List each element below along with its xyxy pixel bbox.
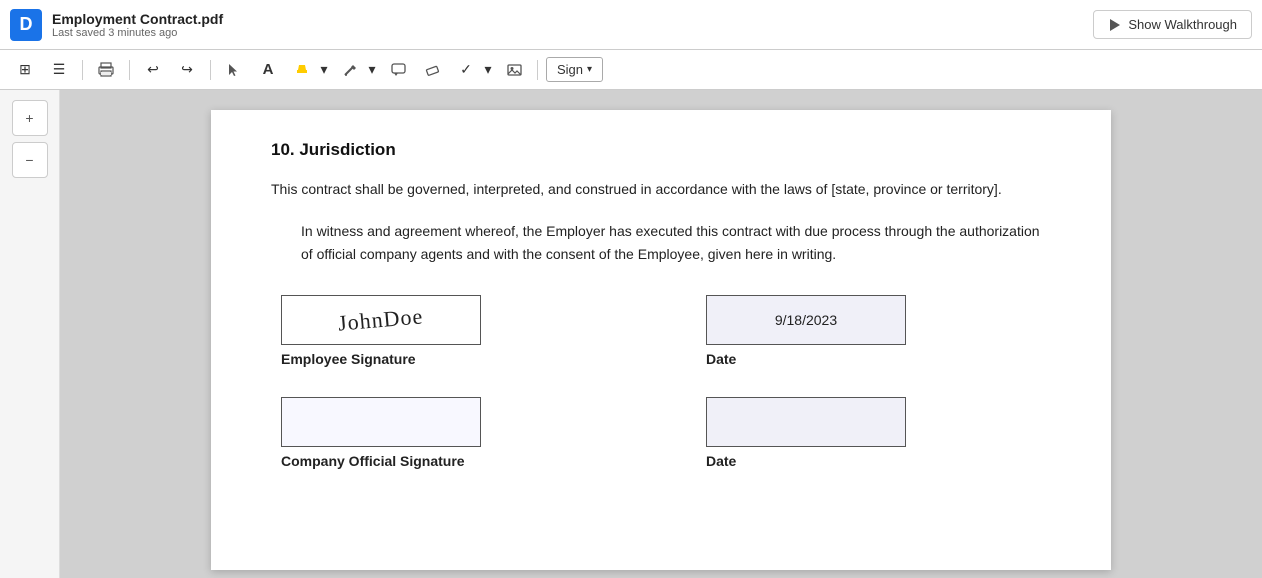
printer-icon <box>98 62 114 78</box>
eraser-button[interactable] <box>417 56 447 84</box>
eraser-icon <box>425 63 440 77</box>
company-sig-label: Company Official Signature <box>281 453 626 469</box>
toolbar: ⊞ ☰ ↩ ↪ A ▾ <box>0 50 1262 90</box>
zoom-out-button[interactable]: − <box>12 142 48 178</box>
app-logo: D <box>10 9 42 41</box>
doc-saved: Last saved 3 minutes ago <box>52 27 1093 39</box>
draw-group: ▾ <box>335 56 379 84</box>
divider2 <box>129 60 130 80</box>
redo-button[interactable]: ↪ <box>172 56 202 84</box>
employee-sig-group: JohnDoe Employee Signature <box>281 295 626 367</box>
document-area: 10. Jurisdiction This contract shall be … <box>60 90 1262 578</box>
section-heading: 10. Jurisdiction <box>271 140 1051 160</box>
employee-date-box[interactable]: 9/18/2023 <box>706 295 906 345</box>
list-button[interactable]: ☰ <box>44 56 74 84</box>
print-button[interactable] <box>91 56 121 84</box>
signature-grid: JohnDoe Employee Signature 9/18/2023 Dat… <box>281 295 1051 469</box>
highlight-dropdown[interactable]: ▾ <box>317 56 331 84</box>
divider1 <box>82 60 83 80</box>
main-area: + − 10. Jurisdiction This contract shall… <box>0 90 1262 578</box>
top-bar: D Employment Contract.pdf Last saved 3 m… <box>0 0 1262 50</box>
date-label2: Date <box>706 453 1051 469</box>
employee-sig-box[interactable]: JohnDoe <box>281 295 481 345</box>
employee-date-group: 9/18/2023 Date <box>706 295 1051 367</box>
divider4 <box>537 60 538 80</box>
undo-button[interactable]: ↩ <box>138 56 168 84</box>
company-date-group: Date <box>706 397 1051 469</box>
cursor-button[interactable] <box>219 56 249 84</box>
text-button[interactable]: A <box>253 56 283 84</box>
employee-sig-image: JohnDoe <box>337 304 424 337</box>
comment-button[interactable] <box>383 56 413 84</box>
doc-info: Employment Contract.pdf Last saved 3 min… <box>52 11 1093 39</box>
image-icon <box>507 63 522 77</box>
highlight-group: ▾ <box>287 56 331 84</box>
paragraph1: This contract shall be governed, interpr… <box>271 178 1051 200</box>
check-button[interactable]: ✓ <box>451 56 481 84</box>
doc-title: Employment Contract.pdf <box>52 11 1093 27</box>
date-value: 9/18/2023 <box>775 312 837 328</box>
zoom-in-button[interactable]: + <box>12 100 48 136</box>
highlight-button[interactable] <box>287 56 317 84</box>
check-group: ✓ ▾ <box>451 56 495 84</box>
cursor-icon <box>227 63 241 77</box>
company-sig-box[interactable] <box>281 397 481 447</box>
check-dropdown[interactable]: ▾ <box>481 56 495 84</box>
walkthrough-button[interactable]: Show Walkthrough <box>1093 10 1252 39</box>
divider3 <box>210 60 211 80</box>
comment-icon <box>391 63 406 77</box>
company-date-box[interactable] <box>706 397 906 447</box>
play-icon <box>1108 18 1122 32</box>
left-sidebar: + − <box>0 90 60 578</box>
draw-dropdown[interactable]: ▾ <box>365 56 379 84</box>
date-label1: Date <box>706 351 1051 367</box>
draw-icon <box>343 63 357 77</box>
company-sig-group: Company Official Signature <box>281 397 626 469</box>
image-button[interactable] <box>499 56 529 84</box>
sign-button[interactable]: Sign ▾ <box>546 57 603 82</box>
paragraph2: In witness and agreement whereof, the Em… <box>301 220 1051 265</box>
highlight-icon <box>295 63 309 77</box>
employee-sig-label: Employee Signature <box>281 351 626 367</box>
doc-page: 10. Jurisdiction This contract shall be … <box>211 110 1111 570</box>
apps-button[interactable]: ⊞ <box>10 56 40 84</box>
draw-button[interactable] <box>335 56 365 84</box>
